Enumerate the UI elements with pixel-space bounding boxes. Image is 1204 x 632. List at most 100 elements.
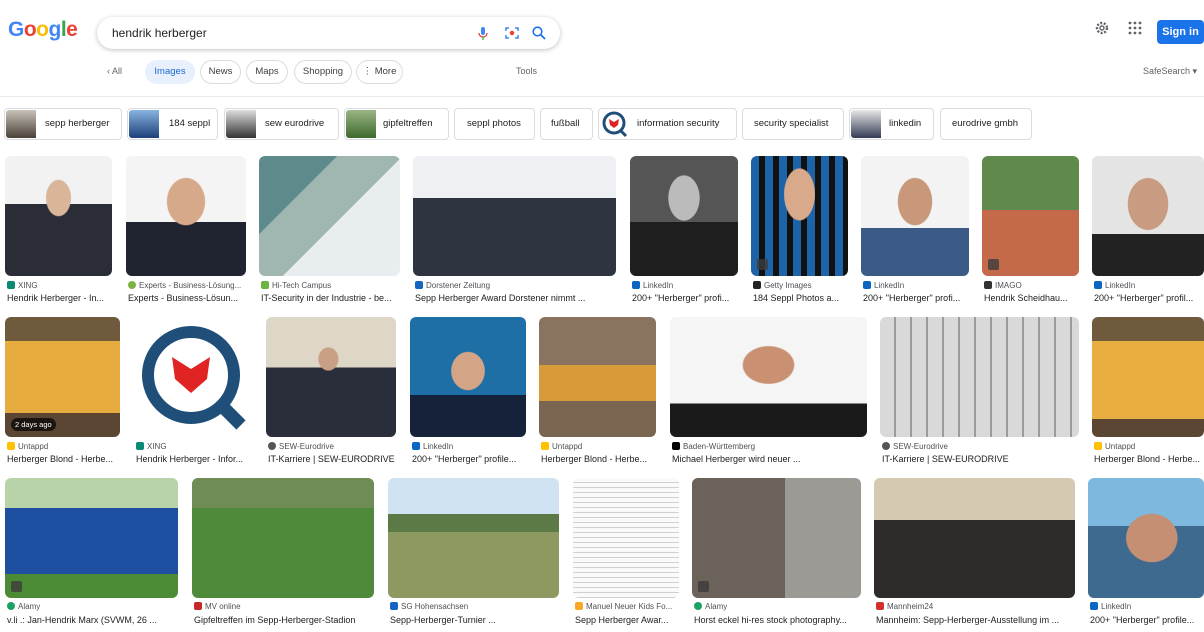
result-title[interactable]: 184 Seppl Photos a... — [753, 293, 850, 303]
related-chip[interactable]: gipfeltreffen — [344, 108, 449, 140]
result-source: XING — [7, 281, 38, 290]
search-box[interactable] — [97, 17, 560, 49]
result-image[interactable] — [1092, 156, 1204, 276]
tab-news[interactable]: News — [200, 60, 241, 84]
result-title[interactable]: Hendrik Herberger - Infor... — [136, 454, 255, 464]
tab-shopping[interactable]: Shopping — [294, 60, 352, 84]
chip-label: eurodrive gmbh — [952, 118, 1019, 129]
tab-more[interactable]: ⋮ More — [356, 60, 403, 84]
result-source: Dorstener Zeitung — [415, 281, 490, 290]
result-image[interactable] — [861, 156, 969, 276]
result-image[interactable] — [539, 317, 656, 437]
result-image[interactable] — [5, 478, 178, 598]
result-image[interactable] — [1088, 478, 1204, 598]
related-chip[interactable]: information security — [598, 108, 737, 140]
chip-thumbnail — [129, 110, 159, 138]
related-chip[interactable]: sepp herberger — [4, 108, 122, 140]
result-image[interactable] — [5, 156, 112, 276]
sign-in-button[interactable]: Sign in — [1157, 20, 1204, 44]
settings-gear-icon[interactable] — [1094, 20, 1110, 36]
result-image[interactable] — [410, 317, 526, 437]
result-title[interactable]: v.li .: Jan-Hendrik Marx (SVWM, 26 ... — [7, 615, 180, 625]
result-title[interactable]: Mannheim: Sepp-Herberger-Ausstellung im … — [876, 615, 1077, 625]
result-source: Untappd — [541, 442, 582, 451]
result-title[interactable]: Hendrik Herberger - In... — [7, 293, 114, 303]
result-title[interactable]: Michael Herberger wird neuer ... — [672, 454, 869, 464]
result-image[interactable] — [692, 478, 861, 598]
result-source: Getty Images — [753, 281, 812, 290]
result-title[interactable]: 200+ "Herberger" profile... — [1090, 615, 1204, 625]
result-title[interactable]: IT-Karriere | SEW-EURODRIVE — [882, 454, 1081, 464]
result-title[interactable]: IT-Karriere | SEW-EURODRIVE — [268, 454, 398, 464]
chip-thumbnail — [346, 110, 376, 138]
result-title[interactable]: Herberger Blond - Herbe... — [7, 454, 122, 464]
result-image[interactable] — [630, 156, 738, 276]
result-image[interactable] — [670, 317, 867, 437]
chip-thumbnail — [226, 110, 256, 138]
result-source: Manuel Neuer Kids Fo... — [575, 602, 681, 611]
result-title[interactable]: Herberger Blond - Herbe... — [541, 454, 658, 464]
result-image[interactable] — [134, 317, 253, 437]
related-chip[interactable]: 184 seppl — [127, 108, 218, 140]
tools-button[interactable]: Tools — [516, 66, 537, 76]
age-badge: 2 days ago — [11, 418, 56, 431]
safesearch-dropdown[interactable]: SafeSearch ▾ — [1143, 66, 1197, 77]
result-title[interactable]: Sepp Herberger Awar... — [575, 615, 681, 625]
result-title[interactable]: Horst eckel hi-res stock photography... — [694, 615, 863, 625]
result-image[interactable] — [573, 478, 679, 598]
result-source: SEW-Eurodrive — [268, 442, 334, 451]
result-image[interactable] — [192, 478, 374, 598]
search-icon[interactable] — [531, 25, 547, 41]
result-image[interactable] — [266, 317, 396, 437]
apps-grid-icon[interactable] — [1128, 21, 1142, 35]
result-source: Hi-Tech Campus — [261, 281, 331, 290]
result-image[interactable] — [126, 156, 246, 276]
result-source: Untappd — [7, 442, 48, 451]
back-to-all-link[interactable]: ‹ All — [107, 66, 122, 76]
related-chip[interactable]: fußball — [540, 108, 593, 140]
result-title[interactable]: Sepp Herberger Award Dorstener nimmt ... — [415, 293, 618, 303]
result-title[interactable]: Gipfeltreffen im Sepp-Herberger-Stadion — [194, 615, 376, 625]
result-title[interactable]: 200+ "Herberger" profile... — [412, 454, 528, 464]
chip-label: seppl photos — [467, 118, 521, 129]
chip-thumbnail — [6, 110, 36, 138]
related-chip[interactable]: seppl photos — [454, 108, 535, 140]
result-image[interactable] — [880, 317, 1079, 437]
chip-label: 184 seppl — [169, 118, 211, 129]
chip-label: information security — [637, 118, 720, 129]
result-title[interactable]: 200+ "Herberger" profi... — [863, 293, 971, 303]
search-input[interactable] — [112, 17, 452, 49]
result-image[interactable] — [388, 478, 559, 598]
chip-label: gipfeltreffen — [383, 118, 433, 129]
result-source: LinkedIn — [1094, 281, 1135, 290]
google-logo[interactable]: Google — [8, 18, 78, 42]
result-image[interactable]: 2 days ago — [5, 317, 120, 437]
result-title[interactable]: Hendrik Scheidhau... — [984, 293, 1081, 303]
result-image[interactable] — [413, 156, 616, 276]
camera-icon — [698, 581, 709, 592]
result-image[interactable] — [751, 156, 848, 276]
result-title[interactable]: Sepp-Herberger-Turnier ... — [390, 615, 561, 625]
result-source: Experts - Business-Lösung... — [128, 281, 248, 290]
result-source: IMAGO — [984, 281, 1022, 290]
related-chip[interactable]: security specialist — [742, 108, 844, 140]
result-image[interactable] — [874, 478, 1075, 598]
result-title[interactable]: Herberger Blond - Herbe... — [1094, 454, 1204, 464]
result-image[interactable] — [259, 156, 400, 276]
related-chip[interactable]: sew eurodrive — [224, 108, 339, 140]
result-title[interactable]: Experts - Business-Lösun... — [128, 293, 248, 303]
result-title[interactable]: 200+ "Herberger" profil... — [1094, 293, 1204, 303]
result-source: SG Hohensachsen — [390, 602, 468, 611]
result-title[interactable]: IT-Security in der Industrie - be... — [261, 293, 402, 303]
result-title[interactable]: 200+ "Herberger" profi... — [632, 293, 740, 303]
related-chip[interactable]: eurodrive gmbh — [940, 108, 1032, 140]
microphone-icon[interactable] — [475, 25, 491, 41]
result-image[interactable] — [1092, 317, 1204, 437]
lens-icon[interactable] — [504, 25, 520, 41]
result-image[interactable] — [982, 156, 1079, 276]
chip-label: sepp herberger — [45, 118, 110, 129]
tab-images[interactable]: Images — [145, 60, 195, 84]
result-source: LinkedIn — [1090, 602, 1131, 611]
related-chip[interactable]: linkedin — [849, 108, 934, 140]
tab-maps[interactable]: Maps — [246, 60, 288, 84]
